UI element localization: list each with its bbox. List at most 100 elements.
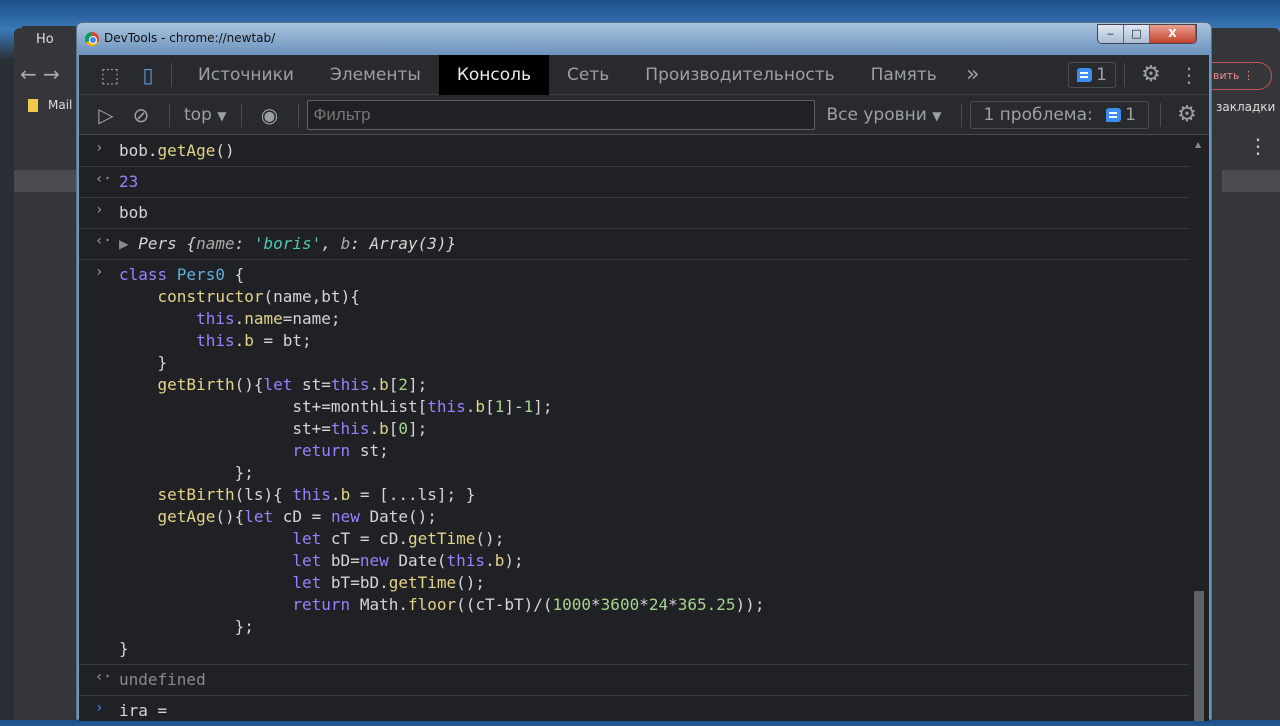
code-token: this	[292, 485, 331, 504]
code-token: undefined	[119, 670, 206, 689]
console-toolbar: ▷ ⊘ top ▼ ◉ Все уровни ▼ 1 проблема: 1 ⚙	[79, 95, 1209, 135]
code-line: let bD=new Date(this.b);	[119, 550, 1189, 572]
tab-0[interactable]: Источники	[180, 55, 312, 95]
code-line: return Math.floor((cT-bT)/(1000*3600*24*…	[119, 594, 1189, 616]
current-input-text[interactable]: ira =	[119, 700, 1189, 722]
log-levels-dropdown[interactable]: Все уровни ▼	[815, 105, 954, 125]
result-line: ▶ Pers {name: 'boris', b: Array(3)}	[119, 233, 1189, 255]
scrollbar[interactable]: ▲	[1191, 136, 1207, 721]
save-button[interactable]: вить ⋮	[1210, 62, 1272, 90]
code-token: b	[494, 551, 505, 570]
issues-badge[interactable]: 1	[1068, 61, 1116, 88]
code-token: name	[196, 234, 235, 253]
code-token: return	[292, 595, 360, 614]
result-line: undefined	[119, 669, 1189, 691]
title-bar[interactable]: DevTools - chrome://newtab/ ‒ □ X	[77, 23, 1211, 53]
code-token: getBirth	[157, 375, 235, 394]
devtools: ⬚ ▯ Источники Элементы Консоль Сеть Производ…	[79, 54, 1209, 721]
console-prompt-input[interactable]: › ira =	[79, 696, 1189, 726]
code-token: 365.25	[677, 595, 736, 614]
result-arrow-icon: ‹·	[95, 669, 112, 685]
message-icon	[1077, 67, 1093, 82]
bookmarks-label[interactable]: закладки	[1216, 100, 1275, 114]
close-button[interactable]: X	[1150, 25, 1196, 43]
more-tabs-icon[interactable]: »	[955, 62, 991, 87]
save-label: вить	[1213, 69, 1240, 82]
code-line: bob	[119, 202, 1189, 224]
inspect-element-icon[interactable]: ⬚	[87, 63, 133, 87]
divider	[171, 62, 172, 87]
console-settings-gear-icon[interactable]: ⚙	[1169, 102, 1205, 127]
code-line: bob.getAge()	[119, 140, 1189, 162]
code-line: let bT=bD.getTime();	[119, 572, 1189, 594]
result-arrow-icon: ‹·	[95, 233, 112, 249]
console-input-entry[interactable]: › class Pers0 { constructor(name,bt){ thi…	[79, 260, 1189, 665]
code-token: = bt;	[253, 331, 312, 350]
console-result-entry[interactable]: ‹· undefined	[79, 665, 1189, 696]
code-token: =name;	[282, 309, 341, 328]
divider	[1124, 62, 1125, 87]
code-line: class Pers0 {	[119, 264, 1189, 286]
more-options-icon[interactable]: ⋮	[1169, 63, 1209, 87]
console-input-entry[interactable]: › bob	[79, 198, 1189, 229]
clear-console-icon[interactable]: ⊘	[121, 103, 161, 127]
context-selector[interactable]: top ▼	[178, 105, 233, 125]
live-expression-eye-icon[interactable]: ◉	[250, 103, 290, 127]
tab-1[interactable]: Элементы	[312, 55, 439, 95]
back-forward-icons[interactable]: ← →	[20, 62, 60, 86]
minimize-button[interactable]: ‒	[1098, 25, 1124, 43]
code-token: new	[359, 551, 399, 570]
code-token: {	[186, 234, 197, 253]
code-token: ()	[215, 141, 235, 160]
sidebar-toggle-icon[interactable]: ▷	[91, 103, 121, 127]
code-token: .	[465, 397, 476, 416]
divider	[297, 102, 299, 127]
code-line: this.name=name;	[119, 308, 1189, 330]
tab-5[interactable]: Память	[853, 55, 955, 95]
tab-3[interactable]: Сеть	[549, 55, 627, 95]
devtools-window: DevTools - chrome://newtab/ ‒ □ X ⬚ ▯ Ис…	[76, 22, 1212, 721]
code-token: Math.	[359, 595, 408, 614]
code-token: *	[639, 595, 649, 614]
code-token: }	[119, 639, 129, 658]
input-prompt-icon: ›	[95, 264, 104, 280]
filter-input[interactable]	[306, 99, 815, 130]
console-input-entry[interactable]: › bob.getAge()	[79, 136, 1189, 167]
console-result-entry[interactable]: ‹· 23	[79, 167, 1189, 198]
code-line: constructor(name,bt){	[119, 286, 1189, 308]
code-line: }	[119, 638, 1189, 660]
code-token: getAge	[157, 507, 216, 526]
menu-icon[interactable]: ⋮	[1248, 134, 1268, 158]
code-line: return st;	[119, 440, 1189, 462]
problems-button[interactable]: 1 проблема: 1	[970, 100, 1149, 129]
result-arrow-icon: ‹·	[95, 171, 112, 187]
code-token: [	[388, 419, 399, 438]
bookmark-mail[interactable]: Mail	[28, 98, 72, 112]
issues-count: 1	[1096, 64, 1107, 85]
tab-4[interactable]: Производительность	[627, 55, 852, 95]
dropdown-arrow-icon: ▼	[932, 108, 942, 123]
console-output[interactable]: › bob.getAge() ‹· 23 › bob ‹· ▶ Pers {name: 'bo…	[79, 136, 1189, 721]
device-toolbar-icon[interactable]: ▯	[133, 63, 163, 87]
code-line: }	[119, 352, 1189, 374]
code-token: .	[369, 375, 380, 394]
problems-label: 1 проблема:	[983, 104, 1093, 125]
code-token: Pers0	[176, 265, 235, 284]
code-token: cT = cD.	[330, 529, 408, 548]
code-token: );	[504, 551, 524, 570]
code-token: 1	[523, 397, 534, 416]
background-browser-tab[interactable]: Но	[22, 26, 82, 56]
code-token: ((cT-bT)/(	[456, 595, 553, 614]
maximize-button[interactable]: □	[1124, 25, 1150, 43]
code-token: name	[244, 309, 283, 328]
code-token: return	[292, 441, 360, 460]
code-token: this	[196, 331, 235, 350]
scroll-up-icon[interactable]: ▲	[1195, 140, 1201, 149]
settings-gear-icon[interactable]: ⚙	[1133, 62, 1169, 87]
console-result-entry[interactable]: ‹· ▶ Pers {name: 'boris', b: Array(3)}	[79, 229, 1189, 260]
tab-2[interactable]: Консоль	[438, 54, 550, 95]
problems-count: 1	[1125, 104, 1136, 125]
scrollbar-thumb[interactable]	[1194, 591, 1204, 721]
